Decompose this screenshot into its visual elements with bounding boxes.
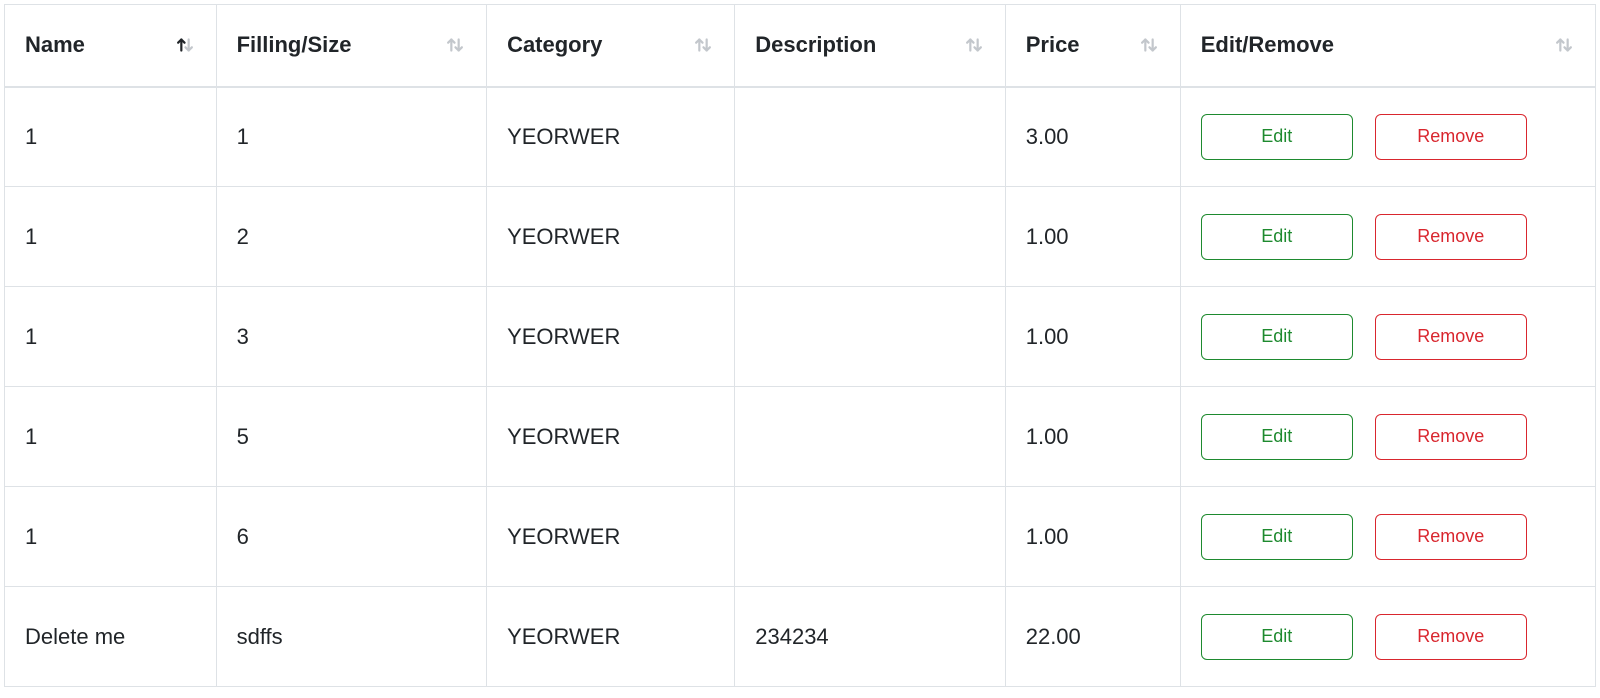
column-header-label: Category	[507, 32, 602, 58]
cell-description	[735, 187, 1005, 287]
cell-actions: Edit Remove	[1180, 187, 1595, 287]
table-row: 12YEORWER 1.00 Edit Remove	[5, 187, 1596, 287]
cell-price: 3.00	[1005, 87, 1180, 187]
remove-button[interactable]: Remove	[1375, 514, 1527, 560]
cell-category: YEORWER	[487, 287, 735, 387]
cell-name: 1	[5, 487, 217, 587]
table-row: Delete mesdffsYEORWER23423422.00 Edit Remo…	[5, 587, 1596, 687]
edit-button[interactable]: Edit	[1201, 614, 1353, 660]
cell-category: YEORWER	[487, 587, 735, 687]
table-row: 15YEORWER 1.00 Edit Remove	[5, 387, 1596, 487]
table-row: 13YEORWER 1.00 Edit Remove	[5, 287, 1596, 387]
cell-description	[735, 387, 1005, 487]
sort-icon[interactable]	[1553, 34, 1575, 56]
cell-description	[735, 87, 1005, 187]
cell-filling: 2	[216, 187, 486, 287]
cell-category: YEORWER	[487, 87, 735, 187]
cell-filling: 1	[216, 87, 486, 187]
cell-description	[735, 487, 1005, 587]
sort-icon[interactable]	[963, 34, 985, 56]
cell-category: YEORWER	[487, 187, 735, 287]
cell-filling: sdffs	[216, 587, 486, 687]
edit-button[interactable]: Edit	[1201, 214, 1353, 260]
remove-button[interactable]: Remove	[1375, 614, 1527, 660]
cell-actions: Edit Remove	[1180, 487, 1595, 587]
table-row: 16YEORWER 1.00 Edit Remove	[5, 487, 1596, 587]
cell-name: 1	[5, 287, 217, 387]
cell-actions: Edit Remove	[1180, 87, 1595, 187]
edit-button[interactable]: Edit	[1201, 414, 1353, 460]
column-header-price[interactable]: Price	[1005, 5, 1180, 87]
remove-button[interactable]: Remove	[1375, 114, 1527, 160]
remove-button[interactable]: Remove	[1375, 414, 1527, 460]
column-header-label: Edit/Remove	[1201, 32, 1334, 58]
column-header-label: Filling/Size	[237, 32, 352, 58]
column-header-label: Name	[25, 32, 85, 58]
data-table: Name Filling/Size Category	[4, 4, 1596, 687]
column-header-actions[interactable]: Edit/Remove	[1180, 5, 1595, 87]
edit-button[interactable]: Edit	[1201, 314, 1353, 360]
cell-price: 22.00	[1005, 587, 1180, 687]
edit-button[interactable]: Edit	[1201, 514, 1353, 560]
cell-name: 1	[5, 87, 217, 187]
cell-filling: 5	[216, 387, 486, 487]
column-header-name[interactable]: Name	[5, 5, 217, 87]
remove-button[interactable]: Remove	[1375, 314, 1527, 360]
sort-icon[interactable]	[692, 34, 714, 56]
remove-button[interactable]: Remove	[1375, 214, 1527, 260]
edit-button[interactable]: Edit	[1201, 114, 1353, 160]
cell-actions: Edit Remove	[1180, 587, 1595, 687]
cell-description: 234234	[735, 587, 1005, 687]
cell-name: 1	[5, 387, 217, 487]
cell-filling: 3	[216, 287, 486, 387]
column-header-description[interactable]: Description	[735, 5, 1005, 87]
cell-actions: Edit Remove	[1180, 387, 1595, 487]
cell-name: Delete me	[5, 587, 217, 687]
sort-icon[interactable]	[1138, 34, 1160, 56]
cell-name: 1	[5, 187, 217, 287]
cell-filling: 6	[216, 487, 486, 587]
column-header-filling[interactable]: Filling/Size	[216, 5, 486, 87]
cell-price: 1.00	[1005, 487, 1180, 587]
cell-actions: Edit Remove	[1180, 287, 1595, 387]
column-header-category[interactable]: Category	[487, 5, 735, 87]
column-header-label: Price	[1026, 32, 1080, 58]
cell-price: 1.00	[1005, 387, 1180, 487]
sort-icon[interactable]	[174, 34, 196, 56]
cell-category: YEORWER	[487, 487, 735, 587]
table-row: 11YEORWER3.00EditRemove	[5, 87, 1596, 187]
cell-price: 1.00	[1005, 287, 1180, 387]
sort-icon[interactable]	[444, 34, 466, 56]
cell-category: YEORWER	[487, 387, 735, 487]
column-header-label: Description	[755, 32, 876, 58]
cell-price: 1.00	[1005, 187, 1180, 287]
table-header-row: Name Filling/Size Category	[5, 5, 1596, 87]
cell-description	[735, 287, 1005, 387]
